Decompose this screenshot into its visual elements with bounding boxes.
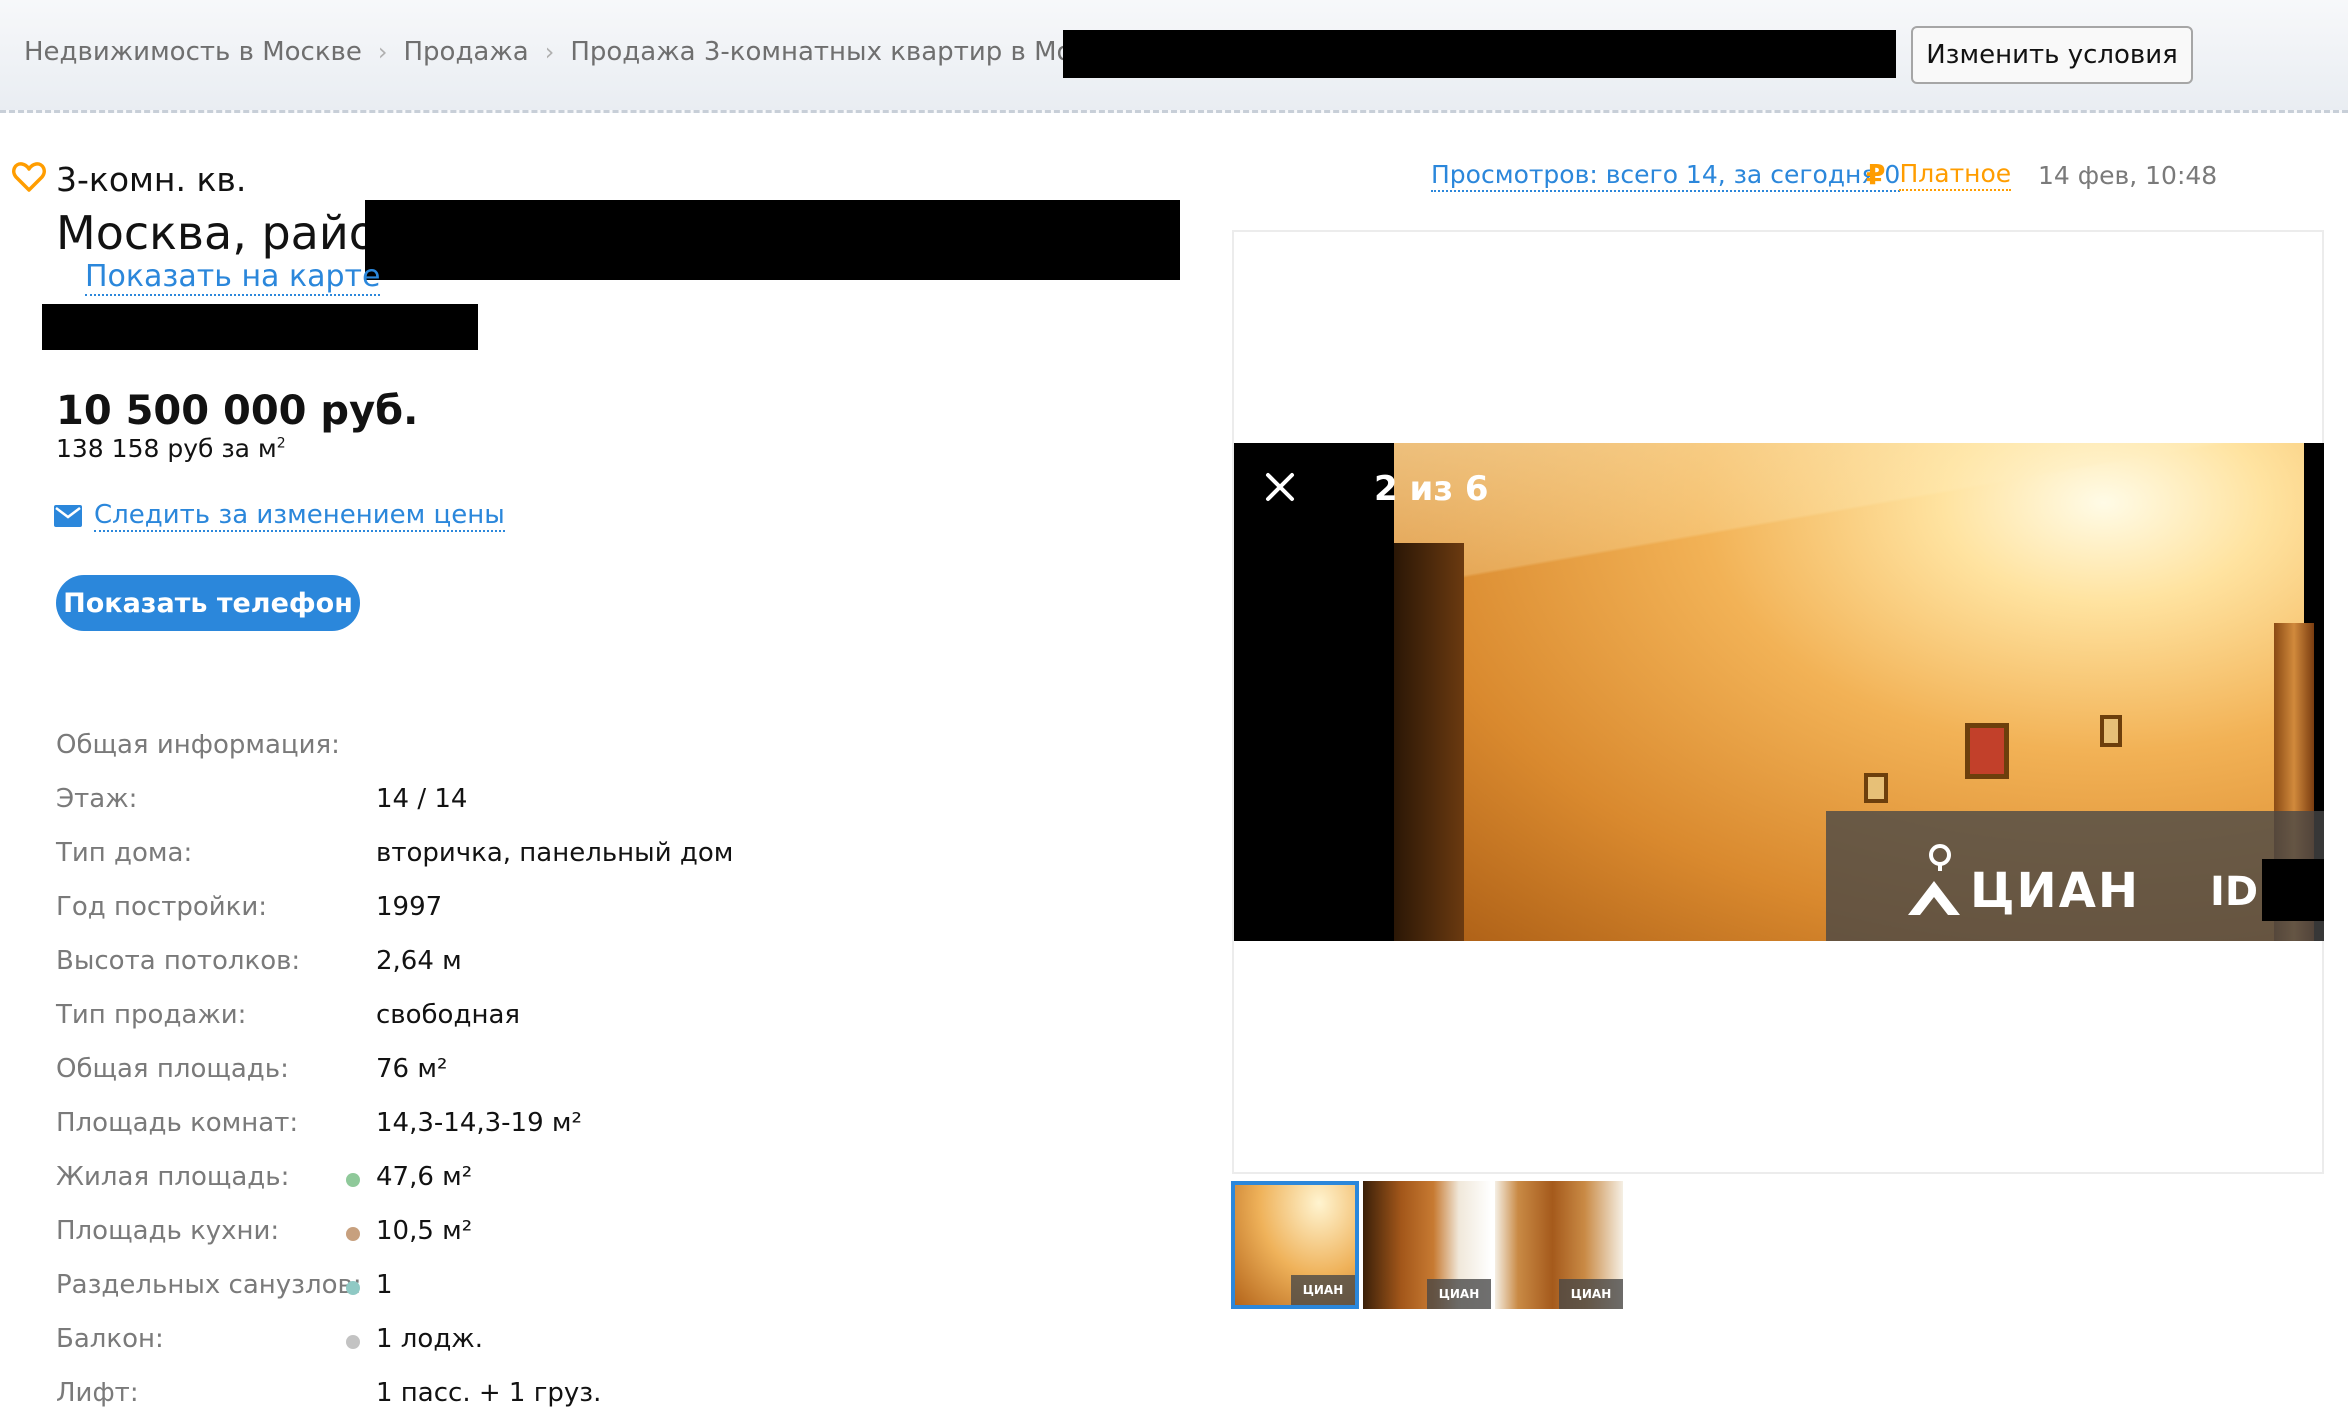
gallery-photo[interactable]: ЦИАН ID 2 из 6 xyxy=(1234,443,2324,941)
info-row: Раздельных санузлов: 1 xyxy=(56,1266,756,1320)
info-value: 1997 xyxy=(376,892,443,922)
breadcrumb-item-sale[interactable]: Продажа xyxy=(403,37,528,67)
info-value: 2,64 м xyxy=(376,946,462,976)
thumbnail-2[interactable]: ЦИАН xyxy=(1363,1181,1491,1309)
info-value: 76 м² xyxy=(376,1054,448,1084)
listing-price: 10 500 000 руб. xyxy=(56,388,419,434)
paid-label[interactable]: Платное xyxy=(1899,159,2012,191)
cian-watermark: ЦИАН ID xyxy=(1826,811,2324,941)
redacted-watermark-id xyxy=(2262,859,2324,921)
legend-dot xyxy=(346,1335,360,1349)
thumbnail-watermark: ЦИАН xyxy=(1559,1279,1623,1309)
info-label: Площадь комнат: xyxy=(56,1108,299,1138)
info-row: Этаж: 14 / 14 xyxy=(56,780,756,834)
show-on-map-link[interactable]: Показать на карте xyxy=(85,260,381,296)
price-per-m2: 138 158 руб за м2 xyxy=(56,434,286,463)
watermark-id: ID xyxy=(2210,869,2259,915)
info-label: Высота потолков: xyxy=(56,946,301,976)
info-value: 1 лодж. xyxy=(376,1324,483,1354)
info-value: 1 xyxy=(376,1270,393,1300)
breadcrumb-bar: Недвижимость в Москве › Продажа › Продаж… xyxy=(0,0,2348,113)
photo-picture-frame xyxy=(1864,773,1888,803)
info-row: Площадь комнат: 14,3-14,3-19 м² xyxy=(56,1104,756,1158)
thumbnail-1[interactable]: ЦИАН xyxy=(1231,1181,1359,1309)
redacted-address xyxy=(365,200,1180,280)
info-label: Год постройки: xyxy=(56,892,268,922)
info-row: Общая площадь: 76 м² xyxy=(56,1050,756,1104)
info-label: Площадь кухни: xyxy=(56,1216,280,1246)
favorite-heart-icon[interactable] xyxy=(12,161,46,193)
thumbnail-watermark: ЦИАН xyxy=(1427,1279,1491,1309)
redacted-breadcrumb xyxy=(1063,30,1896,78)
thumbnail-watermark: ЦИАН xyxy=(1291,1275,1355,1305)
info-value: 1 пасс. + 1 груз. xyxy=(376,1378,602,1408)
legend-dot xyxy=(346,1173,360,1187)
watermark-text: ЦИАН xyxy=(1970,863,2141,919)
photo-door xyxy=(1394,543,1464,941)
mail-icon xyxy=(54,505,82,527)
photo-picture-frame xyxy=(1965,723,2009,779)
info-value: 14,3-14,3-19 м² xyxy=(376,1108,582,1138)
info-row: Балкон: 1 лодж. xyxy=(56,1320,756,1374)
info-label: Жилая площадь: xyxy=(56,1162,290,1192)
info-row: Жилая площадь: 47,6 м² xyxy=(56,1158,756,1212)
breadcrumb: Недвижимость в Москве › Продажа › Продаж… xyxy=(24,30,1175,74)
info-label: Балкон: xyxy=(56,1324,164,1354)
info-value: 10,5 м² xyxy=(376,1216,473,1246)
cian-logo-icon xyxy=(1908,844,1960,915)
info-row: Лифт: 1 пасс. + 1 груз. xyxy=(56,1374,756,1422)
info-title: Общая информация: xyxy=(56,730,340,760)
show-phone-button[interactable]: Показать телефон xyxy=(56,575,360,631)
redacted-metro xyxy=(42,304,478,350)
info-row: Год постройки: 1997 xyxy=(56,888,756,942)
legend-dot xyxy=(346,1227,360,1241)
price-per-m2-sup: 2 xyxy=(276,435,286,452)
price-per-m2-text: 138 158 руб за м xyxy=(56,434,277,463)
info-label: Тип дома: xyxy=(56,838,193,868)
info-label: Раздельных санузлов: xyxy=(56,1270,362,1300)
info-value: 47,6 м² xyxy=(376,1162,473,1192)
listing-address: Москва, район xyxy=(56,206,407,260)
breadcrumb-separator: › xyxy=(544,38,555,66)
info-value: 14 / 14 xyxy=(376,784,468,814)
info-row: Тип дома: вторичка, панельный дом xyxy=(56,834,756,888)
close-icon[interactable] xyxy=(1264,471,1296,503)
watch-price-link[interactable]: Следить за изменением цены xyxy=(94,500,505,532)
thumbnail-3[interactable]: ЦИАН xyxy=(1495,1181,1623,1309)
paid-badge[interactable]: ₽ Платное xyxy=(1866,158,2012,191)
info-table: Этаж: 14 / 14 Тип дома: вторичка, панельный… xyxy=(56,780,756,1422)
listing-rooms: 3-комн. кв. xyxy=(56,160,247,199)
info-label: Этаж: xyxy=(56,784,138,814)
photo-picture-frame xyxy=(2100,715,2122,747)
photo-counter: 2 из 6 xyxy=(1374,469,1489,509)
info-value: свободная xyxy=(376,1000,521,1030)
ruble-icon: ₽ xyxy=(1866,158,1886,191)
info-label: Общая площадь: xyxy=(56,1054,289,1084)
info-row: Тип продажи: свободная xyxy=(56,996,756,1050)
thumbnail-strip: ЦИАН ЦИАН ЦИАН xyxy=(1231,1181,1627,1309)
photo-ceiling xyxy=(1394,443,2304,603)
info-row: Площадь кухни: 10,5 м² xyxy=(56,1212,756,1266)
breadcrumb-separator: › xyxy=(377,38,388,66)
info-value: вторичка, панельный дом xyxy=(376,838,734,868)
info-row: Высота потолков: 2,64 м xyxy=(56,942,756,996)
breadcrumb-item-realty-moscow[interactable]: Недвижимость в Москве xyxy=(24,37,362,67)
publish-date: 14 фев, 10:48 xyxy=(2038,161,2218,190)
watch-price[interactable]: Следить за изменением цены xyxy=(54,500,505,532)
info-label: Тип продажи: xyxy=(56,1000,247,1030)
change-conditions-button[interactable]: Изменить условия xyxy=(1911,26,2193,84)
info-label: Лифт: xyxy=(56,1378,139,1408)
views-counter-link[interactable]: Просмотров: всего 14, за сегодня 0 xyxy=(1431,160,1901,192)
breadcrumb-item-3room-sale[interactable]: Продажа 3-комнатных квартир в Москве xyxy=(570,37,1133,67)
legend-dot xyxy=(346,1281,360,1295)
